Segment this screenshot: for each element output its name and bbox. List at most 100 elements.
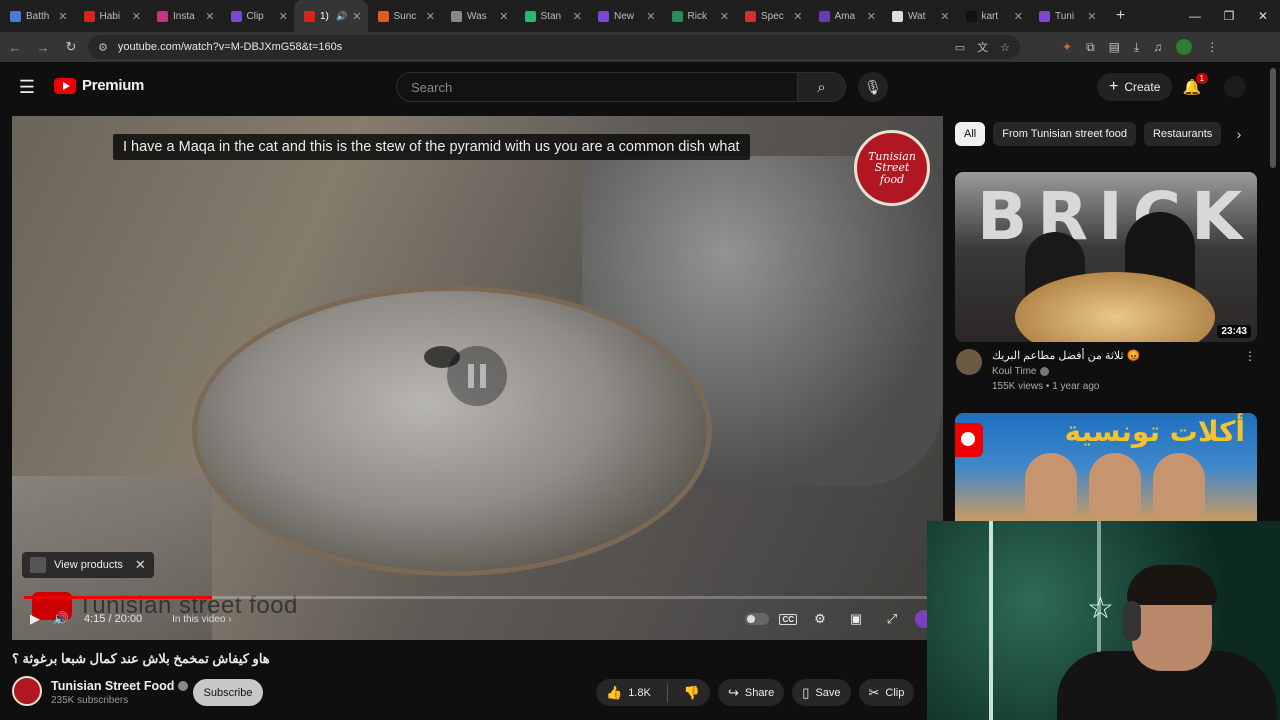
in-this-video-button[interactable]: In this video › xyxy=(172,614,231,625)
browser-tab[interactable]: Rick ✕ xyxy=(662,0,736,32)
like-button[interactable]: 👍 1.8K xyxy=(596,679,661,706)
chip-from-channel[interactable]: From Tunisian street food xyxy=(993,122,1136,146)
tab-audio-icon[interactable]: 🔊 xyxy=(336,11,347,22)
youtube-logo[interactable]: Premium xyxy=(54,77,144,94)
channel-avatar[interactable] xyxy=(12,676,42,706)
tab-close-icon[interactable]: ✕ xyxy=(720,10,729,23)
pause-icon[interactable] xyxy=(447,346,507,406)
address-bar[interactable]: ⚙ youtube.com/watch?v=M-DBJXmG58&t=160s … xyxy=(88,35,1020,59)
search-icon[interactable]: ⌕ xyxy=(798,72,846,102)
browser-tab[interactable]: Ama ✕ xyxy=(809,0,883,32)
hamburger-menu-icon[interactable]: ☰ xyxy=(16,76,38,98)
extension-icon[interactable]: ✦ xyxy=(1062,40,1072,54)
browser-tab[interactable]: New ✕ xyxy=(588,0,662,32)
channel-watermark-logo[interactable]: Tunisian Street food xyxy=(854,130,930,206)
recommendation-thumbnail[interactable]: أكلات تونسية xyxy=(955,413,1257,521)
captions-icon[interactable]: CC xyxy=(779,613,797,625)
video-player[interactable]: I have a Maqa in the cat and this is the… xyxy=(12,116,943,640)
dislike-button[interactable]: 👎 xyxy=(674,679,710,706)
play-icon[interactable]: ▶ xyxy=(22,606,48,632)
share-button[interactable]: ↪ Share xyxy=(718,679,785,706)
close-icon[interactable]: ✕ xyxy=(135,557,146,573)
microphone-icon[interactable]: 🎙 xyxy=(858,72,888,102)
create-button[interactable]: + Create xyxy=(1097,73,1173,101)
chevron-right-icon[interactable]: › xyxy=(1226,122,1252,146)
site-settings-icon[interactable]: ⚙ xyxy=(98,41,108,54)
recommendation-title[interactable]: 😡 ثلاثة من أفضل مطاعم البريك xyxy=(992,349,1140,362)
chip-restaurants[interactable]: Restaurants xyxy=(1143,122,1222,146)
puzzle-icon[interactable]: ⧉ xyxy=(1086,40,1095,55)
player-controls-right: CC ⚙ ▣ ⤢ xyxy=(745,606,933,632)
maximize-icon[interactable]: ❐ xyxy=(1212,0,1246,32)
account-avatar[interactable] xyxy=(1224,76,1246,98)
new-tab-icon[interactable]: + xyxy=(1109,4,1133,28)
tab-close-icon[interactable]: ✕ xyxy=(867,10,876,23)
webcam-person-hair xyxy=(1127,565,1217,605)
minimize-icon[interactable]: — xyxy=(1178,0,1212,32)
browser-tab[interactable]: Wat ✕ xyxy=(882,0,956,32)
tab-favicon-icon xyxy=(598,10,609,22)
browser-tab[interactable]: Spec ✕ xyxy=(735,0,809,32)
view-products-button[interactable]: View products ✕ xyxy=(22,552,154,578)
tab-close-icon[interactable]: ✕ xyxy=(793,10,802,23)
cast-icon[interactable]: ▭ xyxy=(955,41,965,54)
browser-tab[interactable]: Sunc ✕ xyxy=(368,0,442,32)
tab-close-icon[interactable]: ✕ xyxy=(426,10,435,23)
browser-tab[interactable]: Clip ✕ xyxy=(221,0,295,32)
tab-close-icon[interactable]: ✕ xyxy=(58,10,67,23)
tab-close-icon[interactable]: ✕ xyxy=(279,10,288,23)
tab-close-icon[interactable]: ✕ xyxy=(132,10,141,23)
settings-gear-icon[interactable]: ⚙ xyxy=(807,606,833,632)
browser-tab[interactable]: Insta ✕ xyxy=(147,0,221,32)
translate-icon[interactable]: 文 xyxy=(977,39,988,55)
browser-tab[interactable]: Habi ✕ xyxy=(74,0,148,32)
back-icon[interactable]: ← xyxy=(2,34,28,60)
subscribe-button[interactable]: Subscribe xyxy=(193,679,263,706)
volume-icon[interactable]: 🔊 xyxy=(48,606,74,632)
tab-close-icon[interactable]: ✕ xyxy=(1014,10,1023,23)
thumbnail-person xyxy=(1025,453,1077,517)
page-scrollbar[interactable] xyxy=(1270,68,1276,168)
bookmark-star-icon[interactable]: ☆ xyxy=(1000,41,1010,54)
tab-close-icon[interactable]: ✕ xyxy=(940,10,949,23)
browser-tab[interactable]: Batth ✕ xyxy=(0,0,74,32)
like-dislike-group: 👍 1.8K 👎 xyxy=(596,679,711,706)
video-actions: 👍 1.8K 👎 ↪ Share ▯ Save ✂ Clip xyxy=(596,679,915,706)
search-input[interactable] xyxy=(396,72,798,102)
fullscreen-icon[interactable]: ⤢ xyxy=(879,606,905,632)
channel-name-row[interactable]: Tunisian Street Food xyxy=(51,679,189,693)
tab-close-icon[interactable]: ✕ xyxy=(573,10,582,23)
more-options-icon[interactable]: ⋮ xyxy=(1244,349,1256,363)
tab-close-icon[interactable]: ✕ xyxy=(352,10,361,23)
browser-menu-icon[interactable]: ⋮ xyxy=(1206,40,1218,54)
miniplayer-icon[interactable]: ▣ xyxy=(843,606,869,632)
sidebar-icon[interactable]: ▤ xyxy=(1109,40,1120,54)
recommendation-channel-avatar[interactable] xyxy=(956,349,982,375)
autoplay-toggle[interactable] xyxy=(745,613,770,625)
forward-icon[interactable]: → xyxy=(30,34,56,60)
progress-bar[interactable] xyxy=(24,596,931,599)
tab-close-icon[interactable]: ✕ xyxy=(499,10,508,23)
browser-tab[interactable]: 1) 🔊 ✕ xyxy=(294,0,368,32)
close-window-icon[interactable]: ✕ xyxy=(1246,0,1280,32)
clip-button[interactable]: ✂ Clip xyxy=(858,679,915,706)
save-button[interactable]: ▯ Save xyxy=(792,679,851,706)
chip-all[interactable]: All xyxy=(955,122,986,146)
media-control-icon[interactable]: ♫ xyxy=(1153,40,1162,54)
recommendation-channel[interactable]: Koul Time xyxy=(992,366,1050,377)
browser-tab[interactable]: Was ✕ xyxy=(441,0,515,32)
tab-close-icon[interactable]: ✕ xyxy=(646,10,655,23)
notifications-bell-icon[interactable]: 🔔 1 xyxy=(1180,73,1208,99)
search-bar: ⌕ xyxy=(396,72,846,102)
tab-close-icon[interactable]: ✕ xyxy=(1087,10,1096,23)
reload-icon[interactable]: ↻ xyxy=(58,34,84,60)
browser-tab[interactable]: kart ✕ xyxy=(956,0,1030,32)
browser-tab[interactable]: Stan ✕ xyxy=(515,0,589,32)
tab-favicon-icon xyxy=(818,10,830,22)
download-icon[interactable]: ⤓ xyxy=(1134,40,1139,55)
browser-tab[interactable]: Tuni ✕ xyxy=(1029,0,1103,32)
recommendation-thumbnail[interactable]: BRICK 23:43 xyxy=(955,172,1257,342)
create-label: Create xyxy=(1124,80,1161,94)
tab-close-icon[interactable]: ✕ xyxy=(205,10,214,23)
profile-avatar[interactable] xyxy=(1176,39,1193,55)
